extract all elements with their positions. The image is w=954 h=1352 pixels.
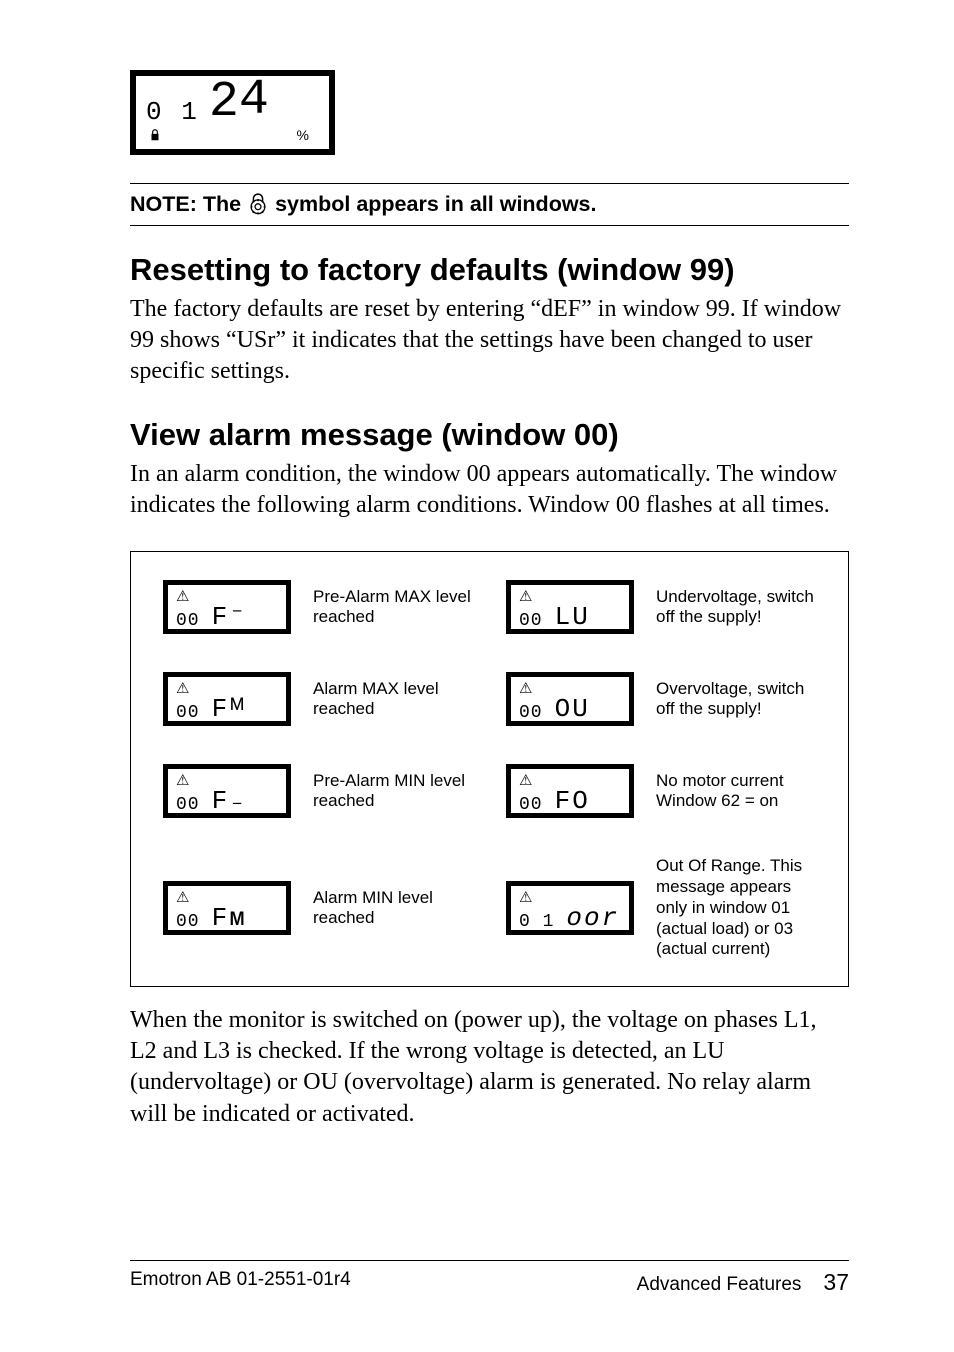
lcd-mini: ⚠ 00 Fᴍ: [163, 881, 291, 935]
lcd-win: 00: [519, 796, 543, 814]
top-lcd: 0 1 24 %: [130, 70, 335, 155]
lcd-code: Fᴍ: [212, 905, 247, 931]
alarm-caption: Overvoltage, switch off the supply!: [656, 679, 826, 720]
lcd-value: 24: [209, 82, 269, 125]
note-suffix: symbol appears in all windows.: [275, 192, 596, 217]
lcd-unit: %: [297, 127, 309, 143]
alarm-caption: No motor current Window 62 = on: [656, 771, 826, 812]
section1-heading: Resetting to factory defaults (window 99…: [130, 252, 849, 288]
lock-icon: [148, 128, 162, 142]
lcd-win: 00: [519, 704, 543, 722]
section2-heading: View alarm message (window 00): [130, 417, 849, 453]
alarm-caption: Undervoltage, switch off the supply!: [656, 587, 826, 628]
lcd-window-number: 0 1: [146, 99, 199, 125]
lcd-mini: ⚠ 00 FO: [506, 764, 634, 818]
lcd-mini: ⚠ 00 OU: [506, 672, 634, 726]
diagram-row: ⚠ 00 F₋ Pre-Alarm MIN level reached ⚠ 00…: [153, 764, 826, 818]
lcd-mini: ⚠ 0 1 oor: [506, 881, 634, 935]
lcd-code: FO: [555, 788, 590, 814]
lcd-mini: ⚠ 00 F₋: [163, 764, 291, 818]
alarm-caption: Pre-Alarm MIN level reached: [313, 771, 478, 812]
footer-right-label: Advanced Features: [637, 1274, 802, 1296]
lcd-code: Fᴹ: [212, 696, 247, 722]
footer-page-number: 37: [823, 1269, 849, 1296]
lcd-mini: ⚠ 00 LU: [506, 580, 634, 634]
lcd-win: 00: [176, 913, 200, 931]
lcd-win: 0 1: [519, 913, 554, 931]
note-prefix: NOTE: The: [130, 192, 241, 217]
lcd-code: LU: [555, 604, 590, 630]
lcd-code: OU: [555, 696, 590, 722]
alarm-caption: Alarm MAX level reached: [313, 679, 478, 720]
footer-left: Emotron AB 01-2551-01r4: [130, 1269, 351, 1296]
lcd-win: 00: [176, 796, 200, 814]
alarm-caption: Pre-Alarm MAX level reached: [313, 587, 478, 628]
section2-body: In an alarm condition, the window 00 app…: [130, 459, 849, 521]
diagram-row: ⚠ 00 F⁻ Pre-Alarm MAX level reached ⚠ 00…: [153, 580, 826, 634]
lcd-win: 00: [519, 612, 543, 630]
diagram-row: ⚠ 00 Fᴍ Alarm MIN level reached ⚠ 0 1 oo…: [153, 856, 826, 960]
diagram-row: ⚠ 00 Fᴹ Alarm MAX level reached ⚠ 00 OU …: [153, 672, 826, 726]
alarm-caption: Alarm MIN level reached: [313, 888, 478, 929]
alarm-caption: Out Of Range. This message appears only …: [656, 856, 826, 960]
lcd-mini: ⚠ 00 Fᴹ: [163, 672, 291, 726]
note: NOTE: The symbol appears in all windows.: [130, 183, 849, 226]
lcd-win: 00: [176, 612, 200, 630]
alarm-diagram: ⚠ 00 F⁻ Pre-Alarm MAX level reached ⚠ 00…: [130, 551, 849, 987]
lcd-code: oor: [566, 905, 619, 931]
lcd-code: F₋: [212, 788, 247, 814]
lcd-code: F⁻: [212, 604, 247, 630]
page-footer: Emotron AB 01-2551-01r4 Advanced Feature…: [130, 1260, 849, 1296]
gear-lock-icon: [247, 193, 269, 215]
paragraph-after-diagram: When the monitor is switched on (power u…: [130, 1005, 849, 1130]
section1-body: The factory defaults are reset by enteri…: [130, 294, 849, 388]
lcd-mini: ⚠ 00 F⁻: [163, 580, 291, 634]
lcd-win: 00: [176, 704, 200, 722]
